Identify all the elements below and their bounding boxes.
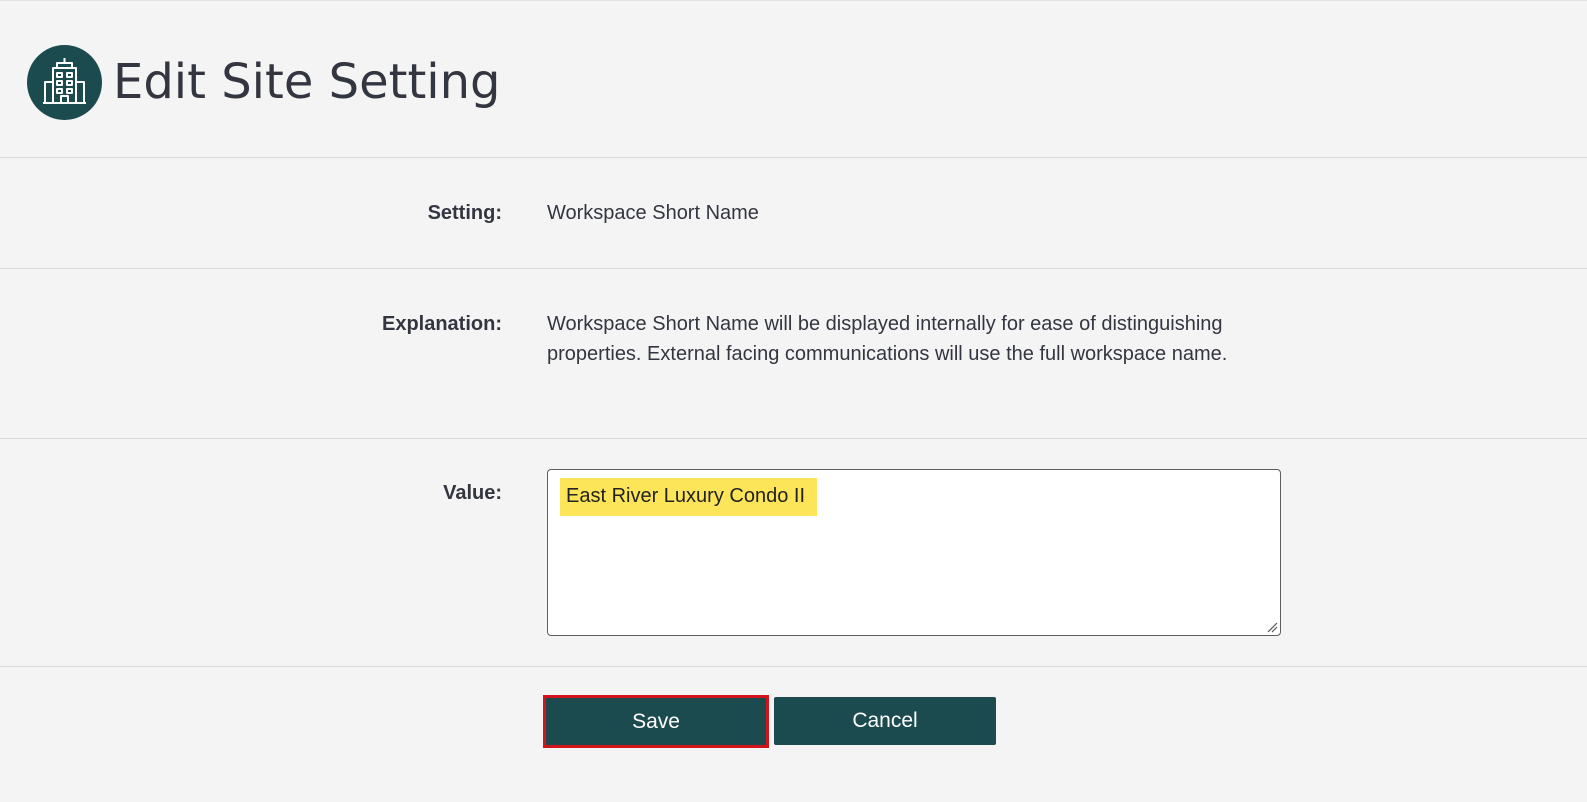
save-button[interactable]: Save (543, 695, 769, 748)
page-header: Edit Site Setting (0, 1, 1587, 158)
page-title: Edit Site Setting (113, 54, 501, 110)
value-text-selected: East River Luxury Condo II (560, 478, 817, 516)
setting-value: Workspace Short Name (547, 202, 759, 224)
value-row: Value: East River Luxury Condo II (0, 439, 1587, 667)
setting-row: Setting: Workspace Short Name (0, 158, 1587, 269)
value-label: Value: (443, 482, 502, 504)
explanation-row: Explanation: Workspace Short Name will b… (0, 269, 1587, 439)
building-icon (27, 45, 102, 120)
setting-label: Setting: (427, 202, 502, 224)
explanation-text: Workspace Short Name will be displayed i… (547, 313, 1228, 365)
cancel-button[interactable]: Cancel (774, 697, 996, 745)
explanation-label: Explanation: (381, 313, 502, 335)
edit-site-setting-page: Edit Site Setting Setting: Workspace Sho… (0, 0, 1587, 802)
value-textarea[interactable]: East River Luxury Condo II (547, 469, 1281, 636)
resize-handle-icon[interactable] (1266, 621, 1278, 633)
